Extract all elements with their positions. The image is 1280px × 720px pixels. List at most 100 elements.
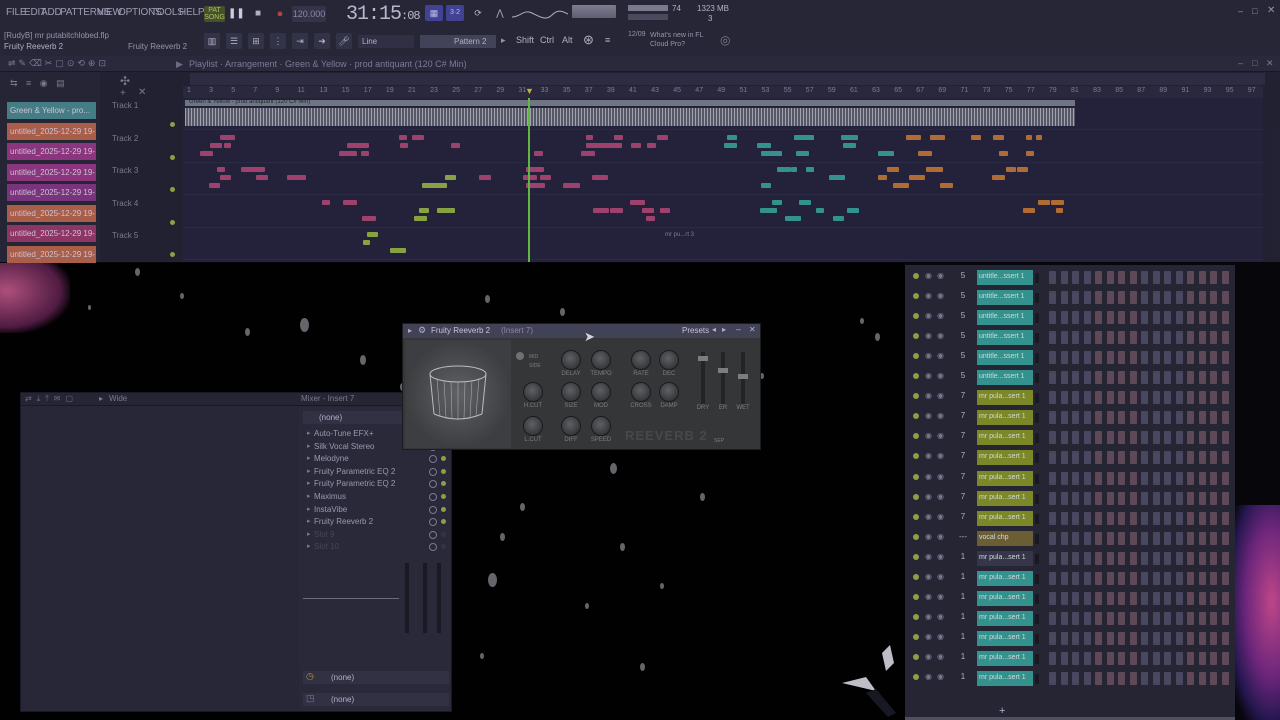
- step-button[interactable]: [1060, 551, 1068, 565]
- step-button[interactable]: [1049, 431, 1056, 445]
- channel-name-button[interactable]: mr pula...sert 1: [977, 510, 1033, 526]
- channel-vol-icon[interactable]: ◉: [937, 632, 944, 641]
- pattern-clip[interactable]: [657, 134, 668, 140]
- step-button[interactable]: [1187, 471, 1194, 485]
- channel-pan-icon[interactable]: ◉: [925, 331, 932, 340]
- step-button[interactable]: [1083, 351, 1091, 365]
- channel-select-indicator[interactable]: [1035, 493, 1039, 504]
- step-button[interactable]: [1175, 531, 1183, 545]
- step-button[interactable]: [1210, 431, 1217, 445]
- step-button[interactable]: [1129, 431, 1137, 445]
- channel-mute-led[interactable]: [913, 313, 919, 320]
- pattern-clip[interactable]: [833, 215, 844, 221]
- step-button[interactable]: [1187, 631, 1194, 645]
- close-window-icon[interactable]: ✕: [1267, 5, 1275, 16]
- effect-slot[interactable]: ▸ Fruity Parametric EQ 2: [303, 479, 449, 490]
- step-button[interactable]: [1129, 591, 1137, 605]
- mid-side-switch[interactable]: [516, 352, 524, 360]
- step-button[interactable]: [1118, 631, 1125, 645]
- timeline-ruler[interactable]: 1 3 5 7 9 11 13 15 17 19 21 23 25 27 29 31 33 35 37 39 41 43 4…: [183, 86, 1263, 98]
- channel-pan-icon[interactable]: ◉: [925, 592, 932, 601]
- channel-name-button[interactable]: mr pula...sert 1: [977, 590, 1033, 606]
- step-button[interactable]: [1060, 511, 1068, 525]
- step-button[interactable]: [1141, 571, 1148, 585]
- step-button[interactable]: [1083, 611, 1091, 625]
- step-button[interactable]: [1198, 351, 1206, 365]
- step-button[interactable]: [1060, 491, 1068, 505]
- step-button[interactable]: [1060, 331, 1068, 345]
- pattern-clip[interactable]: [841, 134, 858, 140]
- step-button[interactable]: [1095, 672, 1102, 685]
- pattern-clip[interactable]: [220, 134, 235, 140]
- pattern-clip[interactable]: [999, 150, 1008, 156]
- playlist-grid[interactable]: Green & Yellow - prod antiquant (120 C# …: [183, 98, 1263, 262]
- channel-vol-icon[interactable]: ◉: [937, 311, 944, 320]
- channel-select-indicator[interactable]: [1035, 533, 1039, 544]
- channel-insert-number[interactable]: 1: [955, 612, 971, 621]
- channel-vol-icon[interactable]: ◉: [937, 672, 944, 681]
- step-button[interactable]: [1175, 411, 1183, 425]
- channel-name-button[interactable]: mr pula...sert 1: [977, 410, 1033, 426]
- step-button[interactable]: [1210, 311, 1217, 325]
- step-button[interactable]: [1164, 531, 1171, 545]
- step-button[interactable]: [1072, 571, 1079, 585]
- reverb-knob[interactable]: [631, 350, 651, 370]
- step-button[interactable]: [1152, 371, 1160, 385]
- step-button[interactable]: [1106, 611, 1114, 625]
- audio-clip-header[interactable]: [185, 100, 1075, 106]
- step-button[interactable]: [1060, 672, 1068, 685]
- channel-mute-led[interactable]: [913, 653, 919, 660]
- step-button[interactable]: [1118, 291, 1125, 305]
- channel-row[interactable]: ◉ ◉ 7 mr pula...sert 1: [905, 448, 1235, 468]
- step-button[interactable]: [1106, 591, 1114, 605]
- pattern-clip[interactable]: [400, 142, 408, 148]
- step-button[interactable]: [1198, 631, 1206, 645]
- step-button[interactable]: [1198, 571, 1206, 585]
- step-button[interactable]: [1060, 531, 1068, 545]
- step-button[interactable]: [1198, 651, 1206, 665]
- step-button[interactable]: [1141, 631, 1148, 645]
- step-button[interactable]: [1095, 311, 1102, 325]
- slot-enable-led[interactable]: [441, 519, 446, 525]
- step-button[interactable]: [1164, 271, 1171, 284]
- pattern-clip[interactable]: [757, 142, 771, 148]
- step-button[interactable]: [1083, 431, 1091, 445]
- step-button[interactable]: [1164, 371, 1171, 385]
- channel-pan-icon[interactable]: ◉: [925, 532, 932, 541]
- step-button[interactable]: [1221, 531, 1229, 545]
- step-button[interactable]: [1187, 391, 1194, 405]
- channel-row[interactable]: ◉ ◉ 7 mr pula...sert 1: [905, 388, 1235, 408]
- step-button[interactable]: [1221, 371, 1229, 385]
- step-button[interactable]: [1141, 491, 1148, 505]
- step-button[interactable]: [1198, 331, 1206, 345]
- step-button[interactable]: [1118, 311, 1125, 325]
- pattern-clip[interactable]: [445, 175, 456, 180]
- pattern-clip[interactable]: [390, 248, 406, 253]
- step-button[interactable]: [1060, 451, 1068, 465]
- track-mute-led[interactable]: [170, 154, 175, 160]
- step-button[interactable]: [1049, 631, 1056, 645]
- channel-name-button[interactable]: mr pula...sert 1: [977, 650, 1033, 666]
- step-button[interactable]: [1118, 351, 1125, 365]
- channel-row[interactable]: ◉ ◉ 7 mr pula...sert 1: [905, 469, 1235, 489]
- record-button[interactable]: ●: [272, 5, 288, 23]
- step-button[interactable]: [1187, 331, 1194, 345]
- channel-name-button[interactable]: untitle...ssert 1: [977, 370, 1033, 386]
- step-button[interactable]: [1129, 531, 1137, 545]
- pattern-clip[interactable]: [760, 207, 777, 213]
- step-button[interactable]: [1095, 451, 1102, 465]
- channel-name-button[interactable]: untitle...ssert 1: [977, 290, 1033, 306]
- pattern-clip[interactable]: [724, 142, 737, 148]
- step-button[interactable]: [1198, 531, 1206, 545]
- channel-insert-number[interactable]: 7: [955, 451, 971, 460]
- channel-vol-icon[interactable]: ◉: [937, 351, 944, 360]
- step-button[interactable]: [1129, 651, 1137, 665]
- step-button[interactable]: [1164, 351, 1171, 365]
- step-button[interactable]: [1141, 672, 1148, 685]
- preset-next-icon[interactable]: ▸: [722, 325, 726, 334]
- step-button[interactable]: [1072, 511, 1079, 525]
- step-button[interactable]: [1049, 591, 1056, 605]
- track-name[interactable]: Track 4: [112, 199, 138, 208]
- step-button[interactable]: [1106, 371, 1114, 385]
- slot-mix-knob[interactable]: [429, 543, 437, 552]
